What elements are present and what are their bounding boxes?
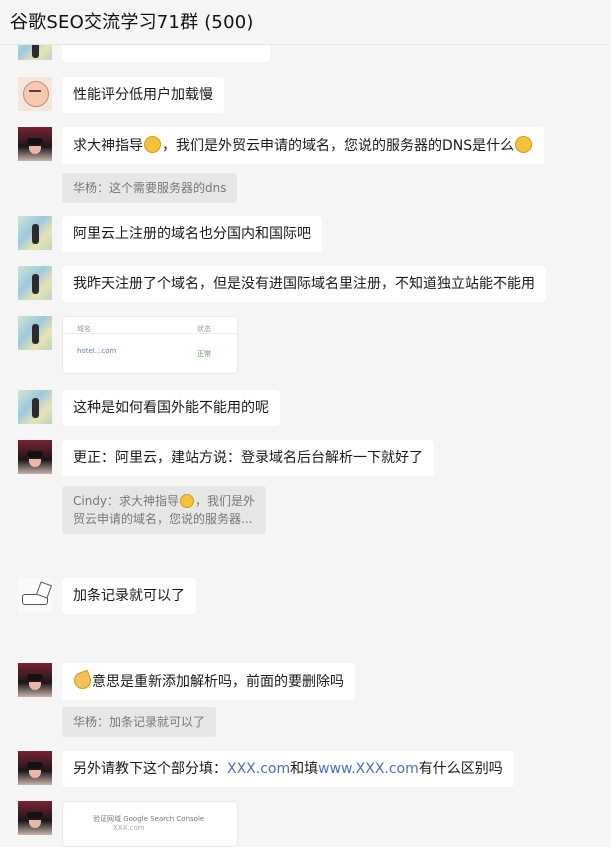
message-bubble: 意思是重新添加解析吗，前面的要删除吗 <box>62 663 355 700</box>
message-text: 另外请教下这个部分填： <box>73 761 227 777</box>
girl-sunglasses-avatar[interactable] <box>18 801 52 835</box>
message-link[interactable]: XXX.com <box>227 761 290 777</box>
message-text: ，我们是外贸云申请的域名，您说的服务器的DNS是什么 <box>162 138 515 154</box>
image-column-label: 域名 <box>77 325 91 333</box>
image-cell-value: 正常 <box>197 350 211 358</box>
message-bubble: 求大神指导 ，我们是外贸云申请的域名，您说的服务器的DNS是什么 <box>62 127 545 164</box>
laughing-emoji-icon <box>515 136 533 153</box>
message-link[interactable]: www.XXX.com <box>318 761 419 777</box>
image-caption: 验证网域 Google Search Console <box>93 815 205 823</box>
message-text: 有什么区别吗 <box>418 761 503 777</box>
message-bubble: 更正：阿里云，建站方说：登录域名后台解析一下就好了 <box>62 440 434 476</box>
map-person-avatar[interactable] <box>18 216 52 250</box>
quoted-reply[interactable]: 华杨：加条记录就可以了 <box>62 707 217 737</box>
girl-sunglasses-avatar[interactable] <box>18 440 52 474</box>
quoted-reply[interactable]: 华杨：这个需要服务器的dns <box>62 173 238 203</box>
girl-sunglasses-avatar[interactable] <box>18 751 52 785</box>
title-bar: 谷歌SEO交流学习71群 (500) <box>0 0 611 45</box>
map-person-avatar[interactable] <box>18 390 52 424</box>
message-bubble: 阿里云上注册的域名也分国内和国际吧 <box>62 216 322 252</box>
quote-text: ，我们是外 <box>195 494 256 508</box>
screenshot-image-message[interactable]: 域名 状态 hotel...com 正常 <box>62 316 238 374</box>
chat-message-list[interactable]: 性能评分低用户加载慢 求大神指导 ，我们是外贸云申请的域名，您说的服务器的DNS是… <box>0 0 611 847</box>
chat-title: 谷歌SEO交流学习71群 (500) <box>10 12 254 33</box>
raised-hand-emoji-icon <box>71 669 94 692</box>
message-bubble: 这种是如何看国外能不能用的呢 <box>62 390 280 426</box>
quote-text: Cindy：求大神指导 <box>73 494 180 508</box>
message-bubble: 加条记录就可以了 <box>62 578 196 614</box>
girl-sunglasses-avatar[interactable] <box>18 127 52 161</box>
image-column-label: 状态 <box>197 325 211 333</box>
message-bubble: 我昨天注册了个域名，但是没有进国际域名里注册，不知道独立站能不能用 <box>62 266 546 302</box>
message-text: 意思是重新添加解析吗，前面的要删除吗 <box>92 674 344 690</box>
map-person-avatar[interactable] <box>18 266 52 300</box>
screenshot-image-message[interactable]: 验证网域 Google Search Console XXX.com <box>62 801 238 847</box>
map-person-avatar[interactable] <box>18 316 52 350</box>
message-text: 和填 <box>290 761 319 777</box>
girl-sunglasses-avatar[interactable] <box>18 663 52 697</box>
slight-smile-emoji-icon <box>180 494 195 508</box>
slight-smile-emoji-icon <box>144 136 161 153</box>
message-text: 求大神指导 <box>73 138 143 154</box>
baby-cartoon-avatar[interactable] <box>18 77 52 111</box>
message-bubble: 性能评分低用户加载慢 <box>62 77 224 113</box>
image-caption: XXX.com <box>113 824 145 832</box>
sketch-avatar[interactable] <box>18 578 52 612</box>
message-bubble: 另外请教下这个部分填：XXX.com和填www.XXX.com有什么区别吗 <box>62 751 514 787</box>
quote-text: 贸云申请的域名，您说的服务器... <box>73 512 253 526</box>
quoted-reply[interactable]: Cindy：求大神指导 ，我们是外 贸云申请的域名，您说的服务器... <box>62 486 267 534</box>
image-cell-value: hotel...com <box>77 347 117 355</box>
